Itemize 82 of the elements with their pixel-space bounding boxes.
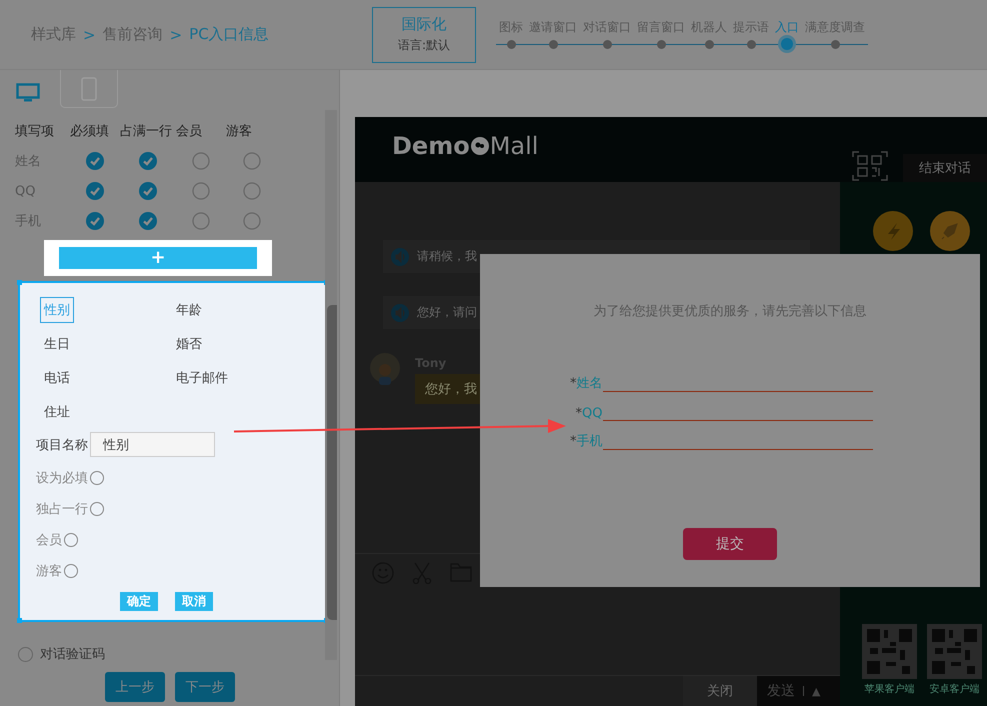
end-chat-button[interactable]: 结束对话 [903, 154, 987, 182]
checked-icon[interactable] [139, 152, 157, 170]
unchecked-icon[interactable] [243, 152, 261, 170]
unchecked-icon[interactable] [192, 212, 210, 230]
step-dot[interactable] [781, 38, 793, 50]
avatar [369, 352, 401, 388]
step-dot[interactable] [704, 40, 714, 48]
logo-icon [470, 136, 490, 156]
qr-code [862, 624, 917, 679]
option-label: 设为必填 [36, 470, 88, 486]
step-dot[interactable] [602, 40, 612, 48]
mobile-tab[interactable] [60, 70, 118, 108]
column-header: 会员 [176, 123, 203, 140]
field-option[interactable]: 电子邮件 [172, 365, 232, 391]
scrollbar-thumb[interactable] [327, 305, 337, 620]
message-text: 请稍候，我 [417, 248, 477, 265]
radio-button[interactable] [90, 470, 104, 484]
field-option[interactable]: 婚否 [172, 331, 206, 357]
unchecked-icon[interactable] [192, 182, 210, 200]
captcha-label: 对话验证码 [40, 646, 105, 663]
qr-label: 苹果客户端 [864, 682, 914, 696]
scrollbar-track[interactable] [325, 110, 337, 660]
rocket-icon[interactable] [930, 211, 970, 251]
confirm-button[interactable]: 确定 [120, 592, 158, 611]
close-button[interactable]: 关闭 [683, 676, 757, 706]
message-text: 您好，请问 [417, 304, 477, 321]
cancel-button[interactable]: 取消 [175, 592, 213, 611]
option-label: 游客 [36, 562, 62, 580]
unchecked-icon[interactable] [243, 182, 261, 200]
submit-button[interactable]: 提交 [683, 528, 777, 560]
checked-icon[interactable] [86, 152, 104, 170]
checked-icon[interactable] [86, 212, 104, 230]
item-name-field[interactable]: 性别 [90, 432, 215, 457]
radio-button[interactable] [64, 532, 78, 546]
checked-icon[interactable] [86, 182, 104, 200]
language-setting: 语言:默认 [398, 37, 450, 54]
step-label[interactable]: 入口 [772, 19, 802, 36]
radio-button[interactable] [90, 502, 104, 516]
language-box[interactable]: 国际化 语言:默认 [372, 6, 476, 62]
monitor-icon [16, 83, 40, 103]
field-option[interactable]: 住址 [40, 399, 74, 425]
checked-icon[interactable] [139, 182, 157, 200]
option-label: 会员 [36, 532, 62, 548]
column-header: 必须填 [70, 123, 110, 140]
language-title: 国际化 [402, 15, 446, 34]
field-label: *QQ [574, 406, 602, 421]
field-option[interactable]: 年龄 [172, 297, 206, 323]
logo-text: Mall [490, 132, 538, 160]
step-dot[interactable] [746, 40, 756, 48]
field-option[interactable]: 电话 [40, 365, 74, 391]
field-label: *姓名 [569, 375, 602, 392]
unchecked-icon[interactable] [243, 212, 261, 230]
speaker-icon [391, 248, 409, 266]
previous-button[interactable]: 上一步 [105, 672, 165, 702]
field-label: *手机 [569, 433, 602, 450]
breadcrumb-separator: > [170, 26, 182, 44]
field-option[interactable]: 生日 [40, 331, 74, 357]
step-dot[interactable] [830, 40, 840, 48]
speaker-icon [391, 304, 409, 322]
field-option[interactable]: 性别 [40, 297, 74, 323]
column-header: 游客 [226, 123, 253, 140]
column-header: 占满一行 [120, 123, 173, 140]
step-dot[interactable] [548, 40, 558, 48]
option-label: 独占一行 [36, 500, 88, 518]
send-button[interactable]: 发送 ▲ [757, 676, 840, 706]
qr-code [927, 624, 982, 679]
breadcrumb-item[interactable]: PC入口信息 [189, 25, 269, 44]
step-dot[interactable] [656, 40, 666, 48]
step-dot[interactable] [506, 40, 516, 48]
checked-icon[interactable] [139, 212, 157, 230]
column-header: 填写项 [15, 123, 55, 140]
add-button[interactable]: + [59, 247, 257, 269]
unchecked-icon[interactable] [192, 152, 210, 170]
breadcrumb-separator: > [83, 26, 96, 44]
radio-button[interactable] [64, 564, 78, 578]
radio-button[interactable] [18, 646, 33, 662]
lightning-icon[interactable] [873, 211, 913, 251]
item-name-label: 项目名称 [36, 436, 88, 454]
logo-text: Demo [392, 132, 470, 160]
qr-code-icon[interactable] [852, 150, 888, 180]
next-button[interactable]: 下一步 [175, 672, 235, 702]
qr-label: 安卓客户端 [930, 682, 980, 696]
